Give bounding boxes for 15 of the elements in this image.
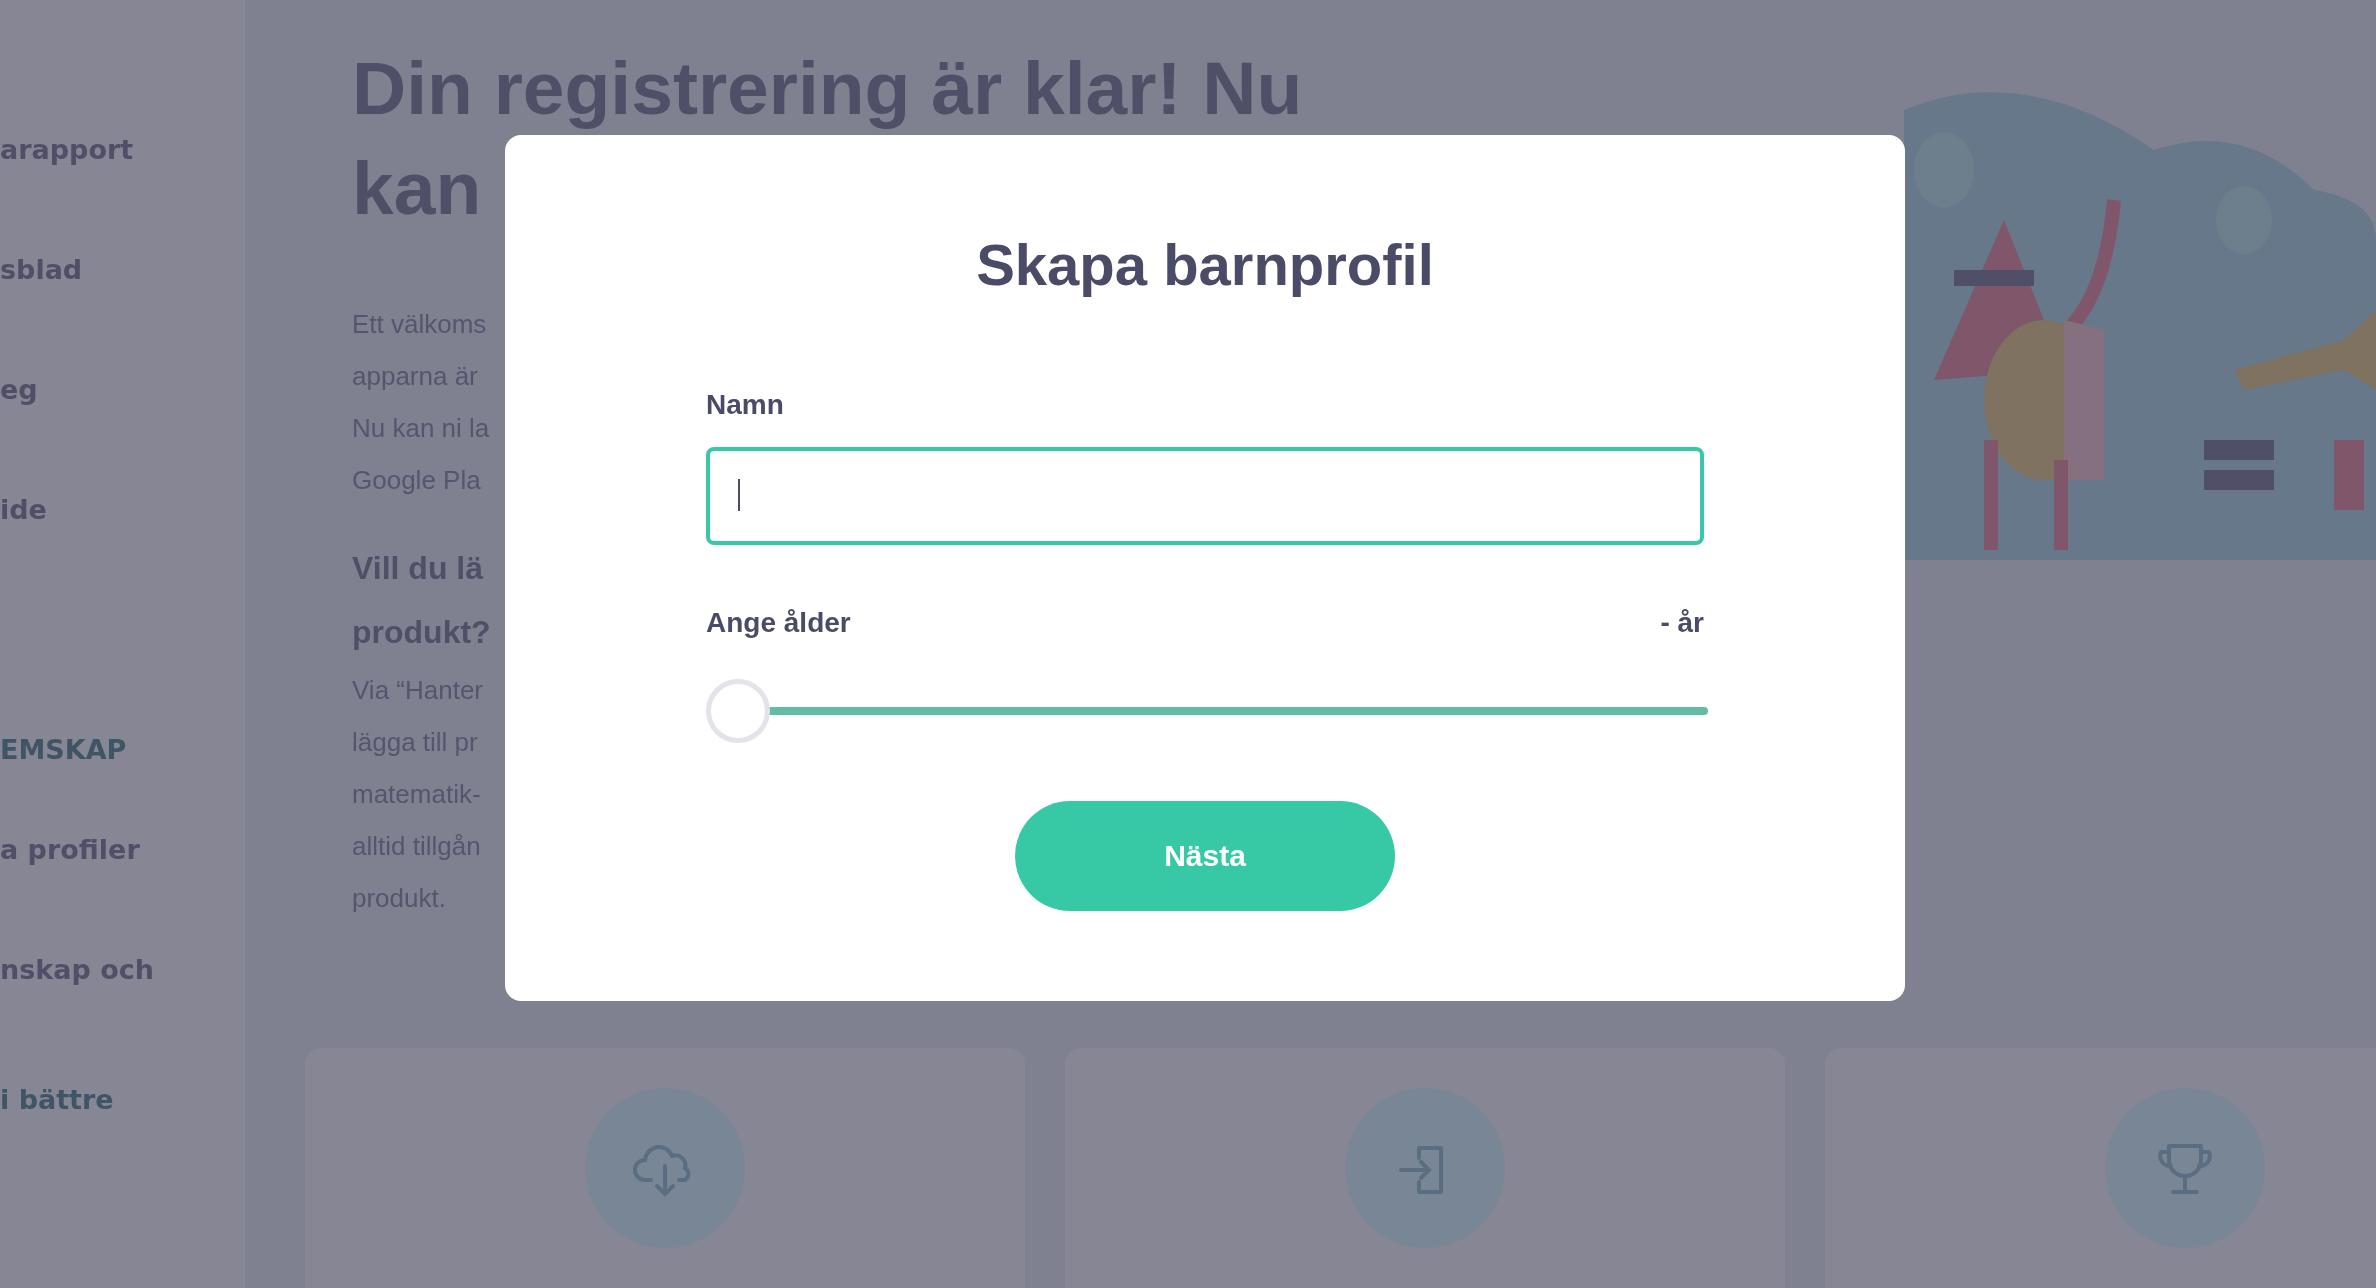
- dialog-title: Skapa barnprofil: [976, 231, 1434, 299]
- field-label: Namn: [706, 388, 785, 422]
- age-value: - år: [1660, 606, 1704, 640]
- sidebar-link[interactable]: eg: [0, 368, 38, 488]
- text-cursor: [738, 479, 740, 511]
- sidebar-link[interactable]: arapport: [0, 128, 134, 248]
- name-input-field[interactable]: [706, 447, 1704, 545]
- sidebar-link[interactable]: sblad: [0, 248, 83, 368]
- field-label: Ange ålder: [706, 606, 851, 640]
- sidebar-link[interactable]: nskap och: [0, 948, 154, 1068]
- sidebar-link[interactable]: a profiler: [0, 828, 140, 948]
- sidebar-section-heading: EMSKAP: [0, 733, 127, 767]
- sidebar-link[interactable]: ide: [0, 488, 47, 608]
- next-button[interactable]: Nästa: [1015, 801, 1395, 911]
- sidebar-link[interactable]: i bättre: [0, 1078, 114, 1198]
